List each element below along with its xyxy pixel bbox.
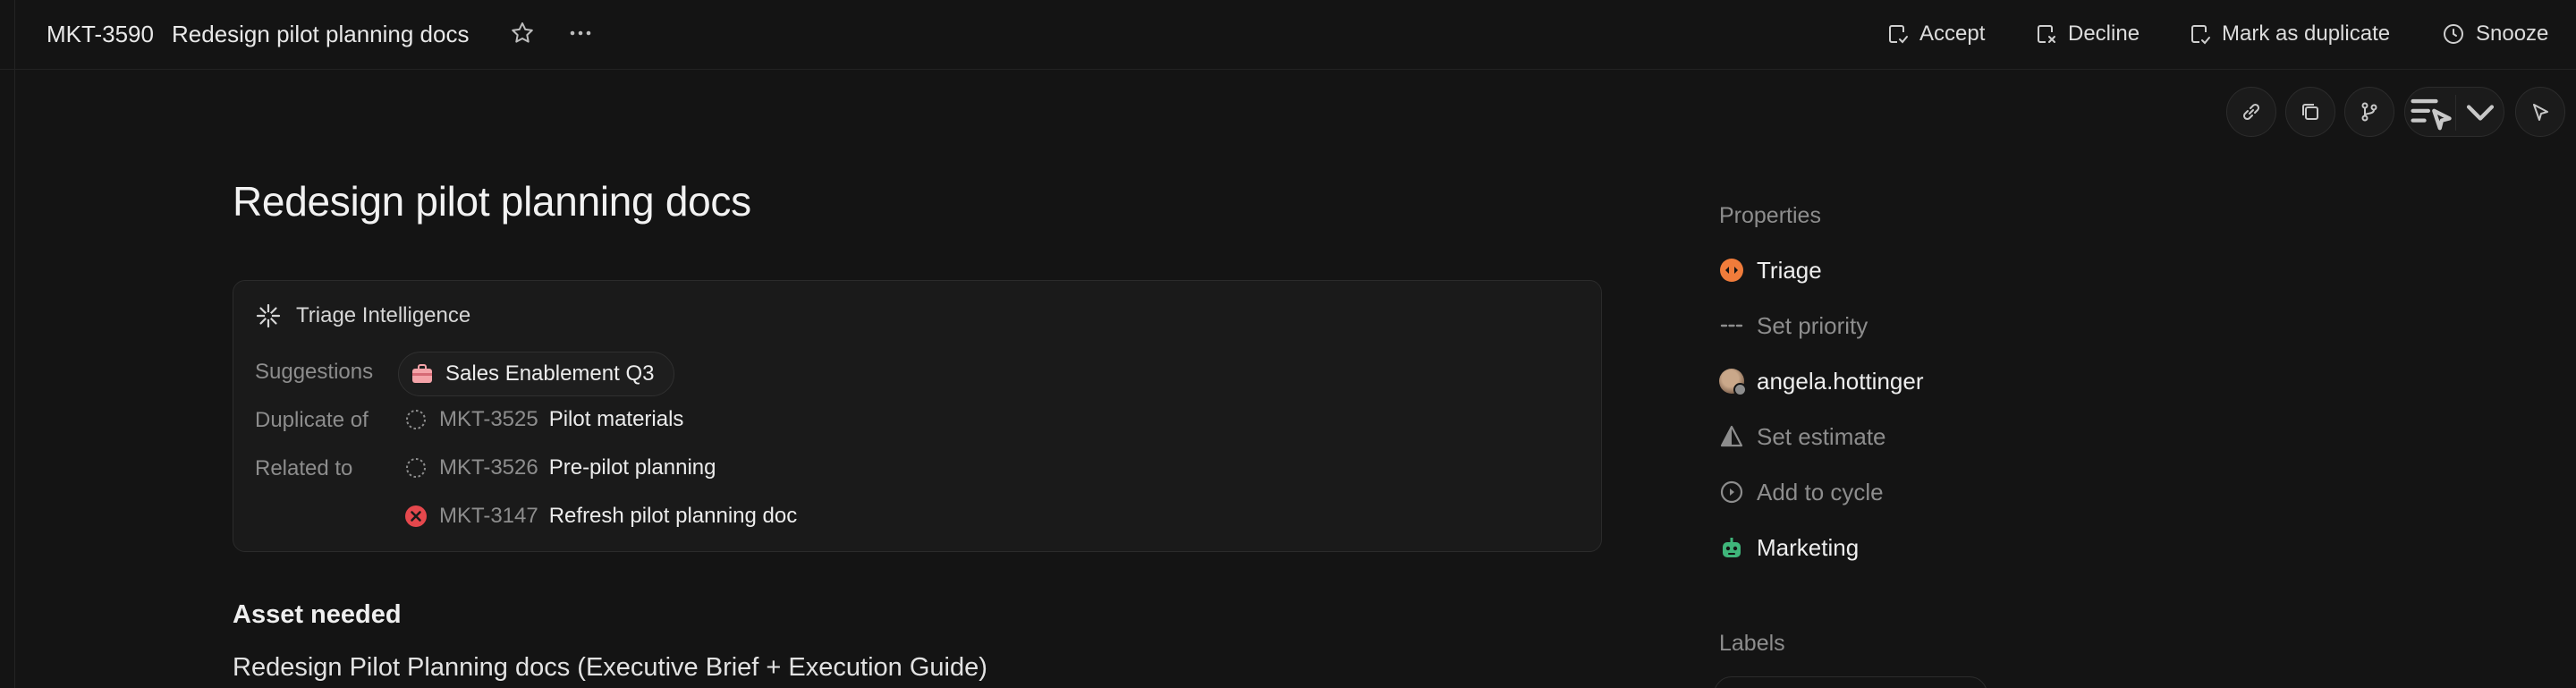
related-to-label: Related to (255, 456, 353, 480)
backlog-status-icon (406, 458, 426, 478)
send-icon (2533, 104, 2548, 121)
team-value: Marketing (1757, 533, 1860, 561)
related-issue-title: Refresh pilot planning doc (548, 504, 798, 528)
clock-icon (2444, 24, 2463, 44)
more-options-icon[interactable] (565, 19, 596, 47)
decline-icon (2038, 25, 2055, 43)
labels-heading[interactable]: Labels (1719, 631, 1785, 657)
triage-intelligence-header: Triage Intelligence (255, 302, 470, 329)
robot-icon (1723, 538, 1741, 557)
agent-menu-button[interactable] (2455, 88, 2505, 138)
canceled-status-icon (405, 505, 427, 527)
estimate-icon (1720, 425, 1743, 447)
branch-icon (2361, 102, 2377, 122)
backlog-status-icon (406, 410, 426, 429)
team-property[interactable]: Marketing (1719, 530, 1859, 565)
duplicate-icon (2191, 25, 2210, 45)
accept-button[interactable]: Accept (1885, 16, 1985, 52)
mark-duplicate-button[interactable]: Mark as duplicate (2188, 16, 2390, 52)
snooze-label: Snooze (2476, 21, 2549, 46)
status-property[interactable]: Triage (1719, 252, 1822, 288)
estimate-property[interactable]: Set estimate (1719, 419, 1886, 454)
agent-icon (2411, 98, 2452, 131)
avatar (1719, 369, 1747, 396)
decline-button[interactable]: Decline (2034, 16, 2140, 52)
priority-property[interactable]: Set priority (1719, 308, 1868, 344)
duplicate-issue-title: Pilot materials (548, 407, 684, 431)
chevron-down-icon (2466, 105, 2495, 121)
accept-icon (1889, 25, 1908, 44)
related-issue-id: MKT-3526 (439, 455, 538, 480)
accept-label: Accept (1919, 21, 1986, 46)
suggested-project-label: Sales Enablement Q3 (445, 361, 655, 386)
copy-icon (2302, 104, 2318, 120)
delegate-agent-button[interactable] (2405, 88, 2455, 138)
agent-split-button (2404, 87, 2504, 137)
cycle-icon (1720, 480, 1743, 504)
send-button[interactable] (2515, 87, 2565, 137)
copy-id-button[interactable] (2285, 87, 2335, 137)
assignee-value: angela.hottinger (1757, 367, 1924, 395)
issue-id[interactable]: MKT-3590 (47, 21, 154, 48)
duplicate-of-label: Duplicate of (255, 408, 369, 432)
suggested-project-chip[interactable]: Sales Enablement Q3 (398, 352, 675, 396)
suggestions-label: Suggestions (255, 360, 374, 384)
issue-title-breadcrumb[interactable]: Redesign pilot planning docs (172, 21, 469, 48)
star-icon[interactable] (508, 19, 537, 47)
triage-icon (1720, 259, 1743, 282)
description-text[interactable]: Redesign Pilot Planning docs (Executive … (233, 653, 987, 683)
triage-intelligence-card: Triage Intelligence Suggestions Sales En… (233, 280, 1602, 552)
estimate-value: Set estimate (1757, 422, 1886, 450)
copy-link-button[interactable] (2226, 87, 2276, 137)
no-priority-icon (1720, 324, 1743, 327)
cycle-property[interactable]: Add to cycle (1719, 474, 1884, 510)
top-bar: MKT-3590 Redesign pilot planning docs Ac… (0, 0, 2576, 70)
section-heading: Asset needed (233, 600, 402, 629)
briefcase-icon (412, 364, 432, 383)
related-issue-row[interactable]: MKT-3147 Refresh pilot planning doc (403, 500, 797, 532)
mark-duplicate-label: Mark as duplicate (2222, 21, 2391, 46)
related-issue-row[interactable]: MKT-3526 Pre-pilot planning (403, 452, 716, 484)
related-issue-title: Pre-pilot planning (548, 455, 716, 480)
assignee-property[interactable]: angela.hottinger (1719, 363, 1923, 399)
sparkle-icon (256, 303, 281, 328)
cycle-value: Add to cycle (1757, 478, 1884, 505)
issue-title[interactable]: Redesign pilot planning docs (233, 177, 751, 225)
link-icon (2242, 103, 2260, 121)
left-divider (14, 0, 15, 688)
snooze-button[interactable]: Snooze (2442, 16, 2548, 52)
priority-value: Set priority (1757, 311, 1868, 339)
related-issue-id: MKT-3147 (439, 504, 538, 528)
copy-branch-button[interactable] (2344, 87, 2394, 137)
status-value: Triage (1757, 256, 1822, 284)
add-label-button[interactable] (1714, 676, 1987, 688)
duplicate-issue-id: MKT-3525 (439, 407, 538, 431)
decline-label: Decline (2068, 21, 2140, 46)
duplicate-issue-row[interactable]: MKT-3525 Pilot materials (403, 403, 683, 436)
properties-heading[interactable]: Properties (1719, 203, 1821, 229)
triage-intelligence-title: Triage Intelligence (296, 303, 471, 327)
